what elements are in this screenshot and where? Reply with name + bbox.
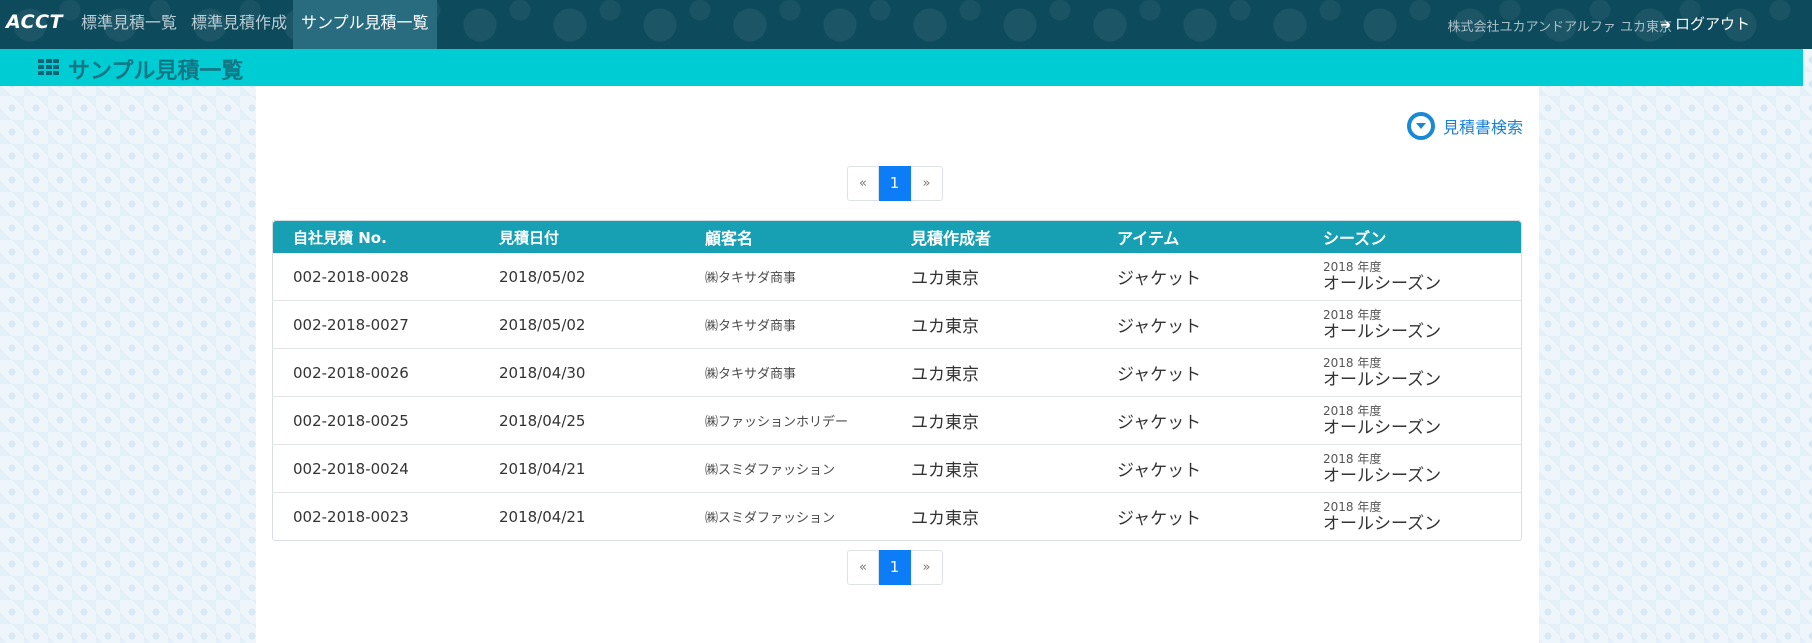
- company-name: 株式会社ユカアンドアルファ ユカ東京: [1447, 20, 1672, 35]
- table-row[interactable]: 002-2018-0024 2018/04/21 ㈱スミダファッション ユカ東京…: [273, 444, 1521, 492]
- season-year: 2018 年度: [1323, 403, 1382, 418]
- page-header: サンプル見積一覧: [0, 49, 1803, 86]
- cell-item: ジャケット: [1117, 461, 1202, 481]
- season-name: オールシーズン: [1323, 321, 1442, 342]
- cell-customer: ㈱スミダファッション: [705, 463, 836, 478]
- cell-no: 002-2018-0026: [293, 363, 409, 382]
- column-header-no: 自社見積 No.: [293, 228, 387, 247]
- estimate-search-toggle[interactable]: 見積書検索: [1406, 112, 1523, 140]
- cell-no: 002-2018-0028: [293, 267, 409, 286]
- pagination-next[interactable]: »: [911, 166, 943, 201]
- season-year: 2018 年度: [1323, 499, 1382, 514]
- nav-sample-estimate-list[interactable]: サンプル見積一覧: [293, 0, 437, 49]
- cell-author: ユカ東京: [911, 461, 979, 481]
- pagination-next[interactable]: »: [911, 550, 943, 585]
- season-name: オールシーズン: [1323, 369, 1442, 390]
- cell-season: 2018 年度 オールシーズン: [1303, 452, 1521, 486]
- pagination-page-current[interactable]: 1: [879, 550, 911, 585]
- pagination-prev[interactable]: «: [847, 166, 879, 201]
- column-header-season: シーズン: [1323, 229, 1387, 248]
- cell-customer: ㈱タキサダ商事: [705, 367, 797, 382]
- logout-label: ログアウト: [1674, 15, 1750, 33]
- cell-author: ユカ東京: [911, 509, 979, 529]
- cell-season: 2018 年度 オールシーズン: [1303, 404, 1521, 438]
- pagination-top: « 1 »: [847, 166, 943, 201]
- cell-author: ユカ東京: [911, 413, 979, 433]
- main-content: 見積書検索 « 1 » 自社見積 No. 見積日付 顧客名 見積作成者 アイテム…: [256, 86, 1539, 643]
- estimate-table: 自社見積 No. 見積日付 顧客名 見積作成者 アイテム シーズン 002-20…: [272, 220, 1522, 541]
- column-header-customer: 顧客名: [705, 229, 754, 248]
- season-year: 2018 年度: [1323, 355, 1382, 370]
- cell-customer: ㈱タキサダ商事: [705, 319, 797, 334]
- cell-item: ジャケット: [1117, 413, 1202, 433]
- season-year: 2018 年度: [1323, 307, 1382, 322]
- cell-no: 002-2018-0025: [293, 411, 409, 430]
- cell-item: ジャケット: [1117, 365, 1202, 385]
- column-header-item: アイテム: [1117, 229, 1180, 248]
- cell-season: 2018 年度 オールシーズン: [1303, 308, 1521, 342]
- season-name: オールシーズン: [1323, 465, 1442, 486]
- pagination-page-current[interactable]: 1: [879, 166, 911, 201]
- grid-icon: [38, 59, 59, 75]
- cell-item: ジャケット: [1117, 509, 1202, 529]
- cell-no: 002-2018-0027: [293, 315, 409, 334]
- table-row[interactable]: 002-2018-0028 2018/05/02 ㈱タキサダ商事 ユカ東京 ジャ…: [273, 253, 1521, 300]
- cell-author: ユカ東京: [911, 269, 979, 289]
- cell-no: 002-2018-0024: [293, 459, 409, 478]
- cell-date: 2018/05/02: [499, 267, 586, 286]
- estimate-search-label: 見積書検索: [1442, 118, 1523, 137]
- cell-customer: ㈱ファッションホリデー: [705, 415, 849, 430]
- table-row[interactable]: 002-2018-0026 2018/04/30 ㈱タキサダ商事 ユカ東京 ジャ…: [273, 348, 1521, 396]
- cell-date: 2018/04/30: [499, 363, 586, 382]
- cell-season: 2018 年度 オールシーズン: [1303, 356, 1521, 390]
- cell-no: 002-2018-0023: [293, 507, 409, 526]
- season-year: 2018 年度: [1323, 451, 1382, 466]
- pagination-prev[interactable]: «: [847, 550, 879, 585]
- season-year: 2018 年度: [1323, 259, 1382, 274]
- cell-customer: ㈱スミダファッション: [705, 511, 836, 526]
- cell-item: ジャケット: [1117, 317, 1202, 337]
- cell-date: 2018/04/21: [499, 459, 586, 478]
- nav-standard-estimate-list[interactable]: 標準見積一覧: [81, 0, 177, 49]
- cell-season: 2018 年度 オールシーズン: [1303, 500, 1521, 534]
- cell-customer: ㈱タキサダ商事: [705, 271, 797, 286]
- season-name: オールシーズン: [1323, 513, 1442, 534]
- logout-icon: ➜: [1660, 18, 1671, 33]
- table-body: 002-2018-0028 2018/05/02 ㈱タキサダ商事 ユカ東京 ジャ…: [273, 253, 1521, 540]
- table-row[interactable]: 002-2018-0025 2018/04/25 ㈱ファッションホリデー ユカ東…: [273, 396, 1521, 444]
- cell-season: 2018 年度 オールシーズン: [1303, 260, 1521, 294]
- table-row[interactable]: 002-2018-0023 2018/04/21 ㈱スミダファッション ユカ東京…: [273, 492, 1521, 540]
- cell-author: ユカ東京: [911, 365, 979, 385]
- season-name: オールシーズン: [1323, 417, 1442, 438]
- cell-author: ユカ東京: [911, 317, 979, 337]
- cell-date: 2018/05/02: [499, 315, 586, 334]
- column-header-date: 見積日付: [499, 228, 560, 247]
- pagination-bottom: « 1 »: [847, 550, 943, 585]
- column-header-author: 見積作成者: [911, 229, 992, 248]
- cell-item: ジャケット: [1117, 269, 1202, 289]
- top-navbar: ACCT 標準見積一覧 標準見積作成 サンプル見積一覧 株式会社ユカアンドアルフ…: [0, 0, 1812, 49]
- season-name: オールシーズン: [1323, 273, 1442, 294]
- cell-date: 2018/04/21: [499, 507, 586, 526]
- cell-date: 2018/04/25: [499, 411, 586, 430]
- logout-link[interactable]: ➜ ログアウト: [1660, 13, 1750, 34]
- nav-standard-estimate-create[interactable]: 標準見積作成: [191, 0, 287, 49]
- table-row[interactable]: 002-2018-0027 2018/05/02 ㈱タキサダ商事 ユカ東京 ジャ…: [273, 300, 1521, 348]
- page-title: サンプル見積一覧: [68, 59, 244, 84]
- table-header: 自社見積 No. 見積日付 顧客名 見積作成者 アイテム シーズン: [273, 221, 1521, 253]
- chevron-down-circle-icon: [1406, 112, 1435, 140]
- brand-logo[interactable]: ACCT: [6, 11, 63, 33]
